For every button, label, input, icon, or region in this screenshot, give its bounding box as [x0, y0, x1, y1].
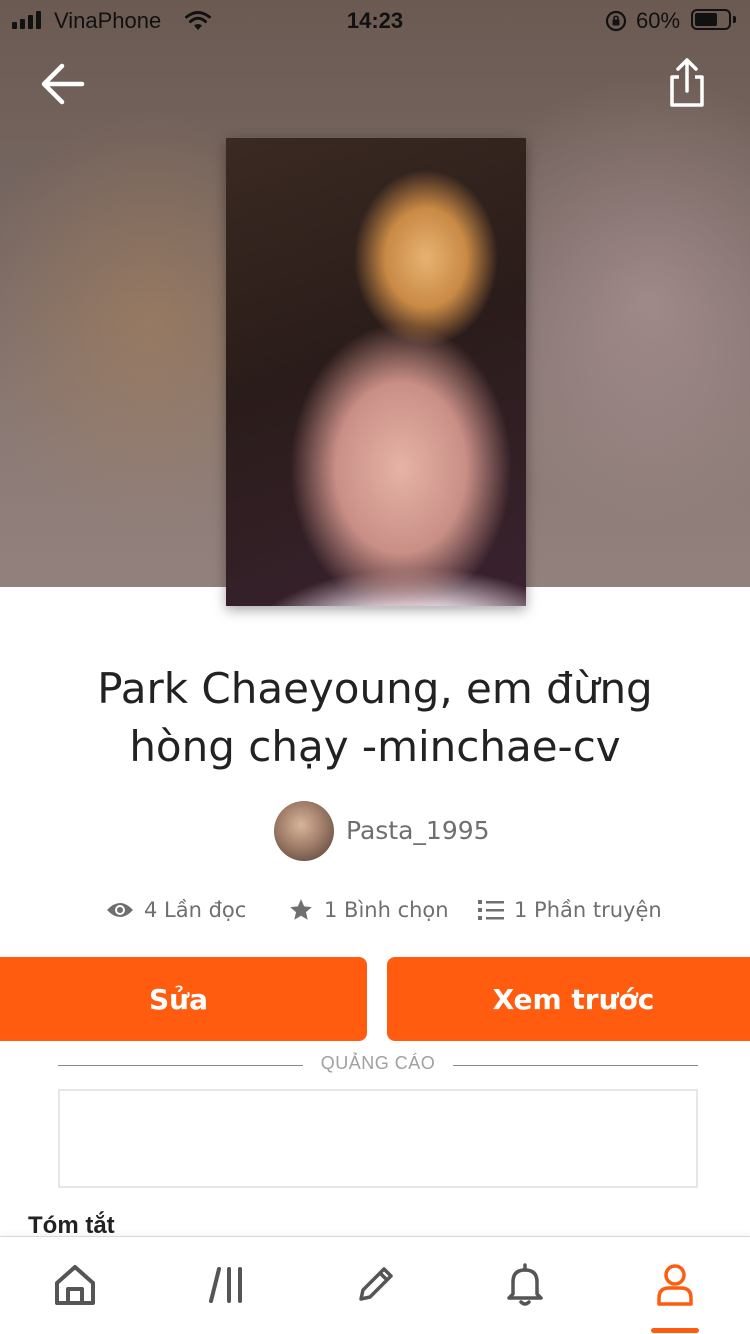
ad-label: QUẢNG CÁO	[320, 1053, 436, 1073]
home-icon	[55, 1265, 95, 1305]
parts-count: 1 Phần truyện	[514, 898, 662, 922]
star-icon	[290, 899, 312, 920]
author-link[interactable]: Pasta_1995	[0, 800, 750, 862]
ad-banner[interactable]	[58, 1089, 698, 1188]
battery-percent: 60%	[636, 8, 681, 33]
share-button[interactable]	[660, 55, 714, 111]
nav-home[interactable]	[40, 1255, 110, 1315]
battery-icon	[691, 9, 731, 30]
bottom-nav	[0, 1236, 750, 1334]
arrow-left-icon	[41, 63, 85, 105]
story-cover-image	[226, 138, 526, 606]
edit-button[interactable]: Sửa	[0, 957, 367, 1041]
profile-icon	[657, 1264, 693, 1306]
story-stats: 4 Lần đọc 1 Bình chọn 1 Phần truyện	[0, 890, 750, 930]
avatar[interactable]	[274, 801, 334, 861]
back-button[interactable]	[36, 58, 92, 110]
reads-stat: 4 Lần đọc	[106, 890, 246, 930]
votes-count: 1 Bình chọn	[324, 898, 449, 922]
story-title: Park Chaeyoung, em đừng hòng chạy -minch…	[97, 664, 653, 771]
nav-notifications[interactable]	[490, 1255, 560, 1315]
divider	[453, 1065, 698, 1066]
author-name[interactable]: Pasta_1995	[346, 816, 490, 845]
nav-write[interactable]	[340, 1255, 410, 1315]
share-icon	[670, 58, 704, 107]
list-icon	[478, 900, 504, 920]
write-icon	[359, 1267, 393, 1301]
preview-button[interactable]: Xem trước	[387, 957, 750, 1041]
active-tab-indicator	[651, 1328, 699, 1333]
nav-profile[interactable]	[640, 1255, 710, 1315]
eye-icon	[107, 903, 133, 917]
votes-stat: 1 Bình chọn	[288, 890, 449, 930]
nav-library[interactable]	[192, 1255, 262, 1315]
ad-label-row: QUẢNG CÁO	[58, 1052, 698, 1078]
reads-count: 4 Lần đọc	[144, 898, 247, 922]
parts-stat: 1 Phần truyện	[478, 890, 662, 930]
notifications-icon	[507, 1263, 543, 1306]
rotation-lock-icon	[604, 9, 628, 38]
library-icon	[209, 1267, 242, 1303]
status-bar: VinaPhone 14:23 60%	[0, 0, 750, 42]
